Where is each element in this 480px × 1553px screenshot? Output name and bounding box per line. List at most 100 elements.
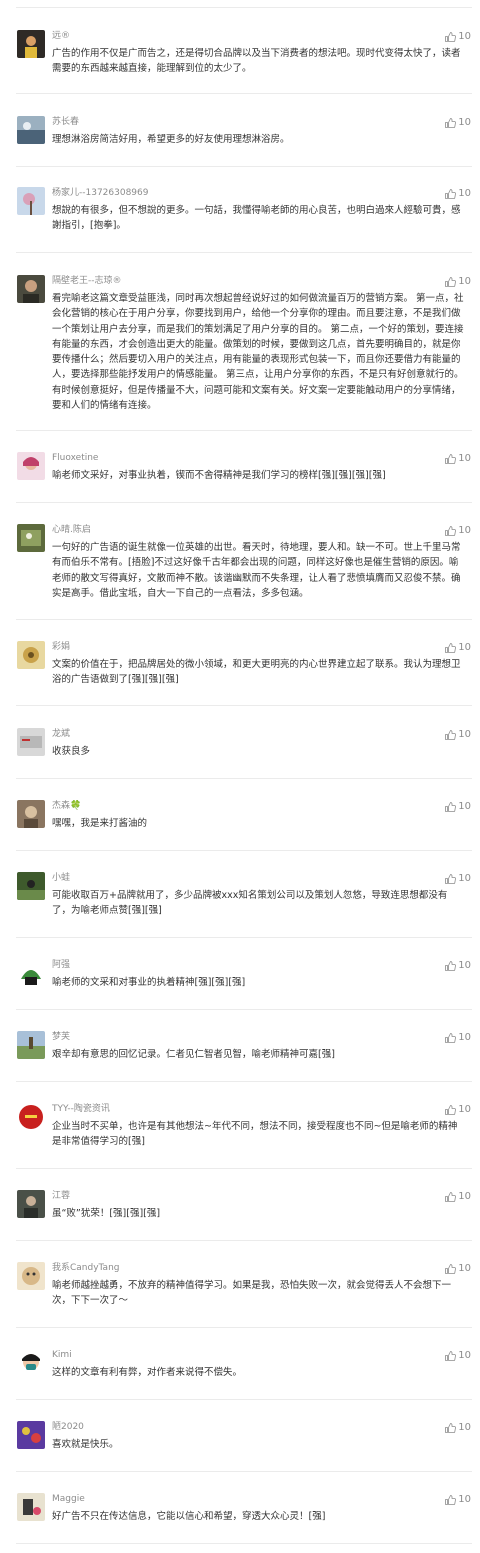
comment-nickname: 阿强 xyxy=(52,960,71,970)
divider xyxy=(16,1081,472,1082)
thumbs-up-icon xyxy=(445,454,457,464)
like-button[interactable]: 10 xyxy=(444,641,471,655)
like-button[interactable]: 10 xyxy=(444,1262,471,1276)
comment-nickname: 心晴.陈启 xyxy=(52,525,91,535)
like-count: 10 xyxy=(458,1104,471,1115)
divider xyxy=(16,1240,472,1241)
thumbs-up-icon xyxy=(445,189,457,199)
thumbs-up-icon xyxy=(445,961,457,971)
like-count: 10 xyxy=(458,729,471,740)
comment-content: 喻老师越挫越勇，不放弃的精神值得学习。如果是我，恐怕失败一次，就会觉得丢人不会想… xyxy=(52,1280,452,1307)
like-button[interactable]: 10 xyxy=(444,1349,471,1363)
comment-content: 理想淋浴房简洁好用，希望更多的好友使用理想淋浴房。 xyxy=(52,134,290,145)
divider xyxy=(16,705,472,706)
avatar[interactable] xyxy=(17,959,45,987)
like-button[interactable]: 10 xyxy=(444,30,471,44)
like-count: 10 xyxy=(458,801,471,812)
thumbs-up-icon xyxy=(445,802,457,812)
avatar[interactable] xyxy=(17,116,45,144)
comment-nickname: TYY--陶瓷资讯 xyxy=(52,1104,110,1114)
like-button[interactable]: 10 xyxy=(444,1493,471,1507)
comment-nickname: 梦芙 xyxy=(52,1032,71,1042)
divider xyxy=(16,850,472,851)
divider xyxy=(16,430,472,431)
like-count: 10 xyxy=(458,1191,471,1202)
thumbs-up-icon xyxy=(445,1423,457,1433)
like-button[interactable]: 10 xyxy=(444,959,471,973)
like-button[interactable]: 10 xyxy=(444,187,471,201)
like-count: 10 xyxy=(458,31,471,42)
comment-nickname: 龙斌 xyxy=(52,729,71,739)
comment-nickname: Kimi xyxy=(52,1350,72,1360)
like-count: 10 xyxy=(458,188,471,199)
thumbs-up-icon xyxy=(445,1264,457,1274)
like-button[interactable]: 10 xyxy=(444,116,471,130)
comment-content: 文案的价值在于，把品牌居处的微小领域，和更大更明亮的内心世界建立起了联系。我认为… xyxy=(52,659,461,686)
avatar[interactable] xyxy=(17,641,45,669)
divider xyxy=(16,502,472,503)
avatar[interactable] xyxy=(17,1262,45,1290)
divider xyxy=(16,1168,472,1169)
like-button[interactable]: 10 xyxy=(444,1421,471,1435)
like-button[interactable]: 10 xyxy=(444,1031,471,1045)
comment-content: 企业当时不买单，也许是有其他想法~年代不同，想法不同，接受程度也不同~但是喻老师… xyxy=(52,1121,458,1148)
divider xyxy=(16,937,472,938)
like-count: 10 xyxy=(458,453,471,464)
avatar[interactable] xyxy=(17,1103,45,1131)
like-count: 10 xyxy=(458,1350,471,1361)
like-count: 10 xyxy=(458,1422,471,1433)
comment-content: 喻老师文采好，对事业执着，锲而不舍得精神是我们学习的榜样[强][强][强][强] xyxy=(52,470,386,481)
thumbs-up-icon xyxy=(445,32,457,42)
thumbs-up-icon xyxy=(445,1192,457,1202)
divider xyxy=(16,1009,472,1010)
comment-content: 好广告不只在传达信息，它能以信心和希望，穿透大众心灵！[强] xyxy=(52,1511,326,1522)
divider xyxy=(16,619,472,620)
avatar[interactable] xyxy=(17,728,45,756)
like-count: 10 xyxy=(458,276,471,287)
like-button[interactable]: 10 xyxy=(444,452,471,466)
avatar[interactable] xyxy=(17,30,45,58)
like-count: 10 xyxy=(458,1263,471,1274)
avatar[interactable] xyxy=(17,1493,45,1521)
comment-content: 广告的作用不仅是广而告之，还是得切合品牌以及当下消费者的想法吧。现时代变得太快了… xyxy=(52,48,461,75)
comment-nickname: Maggie xyxy=(52,1494,85,1504)
avatar[interactable] xyxy=(17,1190,45,1218)
avatar[interactable] xyxy=(17,187,45,215)
like-button[interactable]: 10 xyxy=(444,275,471,289)
divider xyxy=(16,1327,472,1328)
comment-content: 可能收取百万+品牌就用了，多少品牌被xxx知名策划公司以及策划人忽悠，导致连思想… xyxy=(52,890,448,917)
thumbs-up-icon xyxy=(445,730,457,740)
like-count: 10 xyxy=(458,873,471,884)
divider xyxy=(16,252,472,253)
avatar[interactable] xyxy=(17,452,45,480)
comment-content: 喻老师的文采和对事业的执着精神[强][强][强] xyxy=(52,977,246,988)
avatar[interactable] xyxy=(17,872,45,900)
divider xyxy=(16,166,472,167)
divider xyxy=(16,93,472,94)
like-button[interactable]: 10 xyxy=(444,872,471,886)
comment-content: 虽“败”犹荣！[强][强][强] xyxy=(52,1208,161,1219)
comment-nickname: Fluoxetine xyxy=(52,453,99,463)
thumbs-up-icon xyxy=(445,874,457,884)
like-button[interactable]: 10 xyxy=(444,524,471,538)
like-button[interactable]: 10 xyxy=(444,1190,471,1204)
comment-nickname: 杨家儿--13726308969 xyxy=(52,188,149,198)
avatar[interactable] xyxy=(17,1421,45,1449)
divider xyxy=(16,778,472,779)
like-button[interactable]: 10 xyxy=(444,800,471,814)
comment-content: 艰辛却有意思的回忆记录。仁者见仁智者见智，喻老师精神可嘉[强] xyxy=(52,1049,335,1060)
avatar[interactable] xyxy=(17,1349,45,1377)
comment-content: 看完喻老这篇文章受益匪浅，同时再次想起曾经说好过的如何做流量百万的营销方案。 第… xyxy=(52,293,464,412)
avatar[interactable] xyxy=(17,1031,45,1059)
comment-content: 收获良多 xyxy=(52,746,91,757)
avatar[interactable] xyxy=(17,275,45,303)
like-count: 10 xyxy=(458,1032,471,1043)
comment-nickname: 杰森🍀 xyxy=(52,801,82,811)
comment-nickname: 苏长春 xyxy=(52,117,80,127)
comment-nickname: 我系CandyTang xyxy=(52,1263,120,1273)
avatar[interactable] xyxy=(17,800,45,828)
avatar[interactable] xyxy=(17,524,45,552)
like-count: 10 xyxy=(458,1494,471,1505)
like-button[interactable]: 10 xyxy=(444,728,471,742)
like-button[interactable]: 10 xyxy=(444,1103,471,1117)
